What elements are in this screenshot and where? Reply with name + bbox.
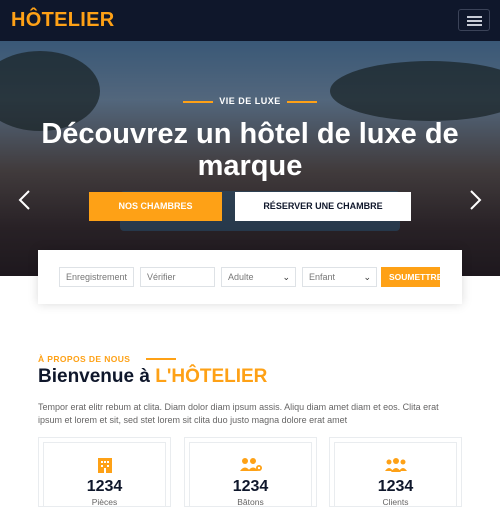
- our-rooms-button[interactable]: NOS CHAMBRES: [89, 192, 222, 221]
- navbar: HÔTELIER: [0, 0, 500, 41]
- checkin-field[interactable]: Enregistrement: [59, 267, 134, 287]
- adult-select[interactable]: Adulte ⌄: [221, 267, 296, 287]
- stat-card-inner: 1234 Clients: [334, 442, 457, 507]
- about-eyebrow: À PROPOS DE NOUS: [38, 354, 131, 364]
- stat-card-staff: 1234 Bâtons: [184, 437, 317, 507]
- chevron-right-icon[interactable]: [469, 189, 483, 217]
- users-icon: [335, 457, 456, 476]
- about-title: Bienvenue à L'HÔTELIER: [38, 366, 267, 388]
- stat-value: 1234: [377, 478, 414, 495]
- stat-label: Clients: [382, 497, 409, 507]
- hero-title: Découvrez un hôtel de luxe de marque: [41, 118, 459, 182]
- hero-eyebrow: VIE DE LUXE: [0, 96, 500, 106]
- hotel-icon: [44, 457, 165, 476]
- users-cog-icon: [190, 457, 311, 476]
- stat-card-rooms: 1234 Pièces: [38, 437, 171, 507]
- about-eyebrow-line: [146, 358, 176, 360]
- chevron-down-icon: ⌄: [282, 272, 290, 282]
- stat-value: 1234: [86, 478, 123, 495]
- stat-card-inner: 1234 Pièces: [43, 442, 166, 507]
- booking-form: Enregistrement Vérifier Adulte ⌄ Enfant ⌄ …: [38, 250, 462, 304]
- checkout-placeholder: Vérifier: [147, 272, 176, 282]
- eyebrow-line: [286, 100, 317, 103]
- about-text: Tempor erat elitr rebum at clita. Diam d…: [38, 402, 439, 425]
- about-title-brand: L'HÔTELIER: [155, 366, 268, 387]
- stat-card-clients: 1234 Clients: [329, 437, 462, 507]
- about-title-prefix: Bienvenue à: [38, 366, 156, 387]
- eyebrow-line: [183, 100, 214, 103]
- stat-label: Bâtons: [237, 497, 264, 507]
- menu-toggle-button[interactable]: [458, 9, 490, 31]
- checkin-placeholder: Enregistrement: [66, 272, 128, 282]
- brand-logo[interactable]: HÔTELIER: [11, 9, 115, 32]
- child-select-value: Enfant: [309, 272, 336, 282]
- chevron-down-icon: ⌄: [363, 272, 371, 282]
- hero-eyebrow-text: VIE DE LUXE: [219, 96, 281, 106]
- submit-button[interactable]: SOUMETTRE: [381, 267, 440, 287]
- hamburger-icon-line: [467, 20, 482, 22]
- hamburger-icon: [467, 16, 482, 18]
- adult-select-value: Adulte: [228, 272, 254, 282]
- stat-label: Pièces: [91, 497, 118, 507]
- stat-value: 1234: [232, 478, 269, 495]
- checkout-field[interactable]: Vérifier: [140, 267, 215, 287]
- stat-card-inner: 1234 Bâtons: [189, 442, 312, 507]
- book-room-button[interactable]: RÉSERVER UNE CHAMBRE: [235, 192, 411, 221]
- chevron-left-icon[interactable]: [17, 189, 31, 217]
- child-select[interactable]: Enfant ⌄: [302, 267, 377, 287]
- hamburger-icon-line: [467, 24, 482, 26]
